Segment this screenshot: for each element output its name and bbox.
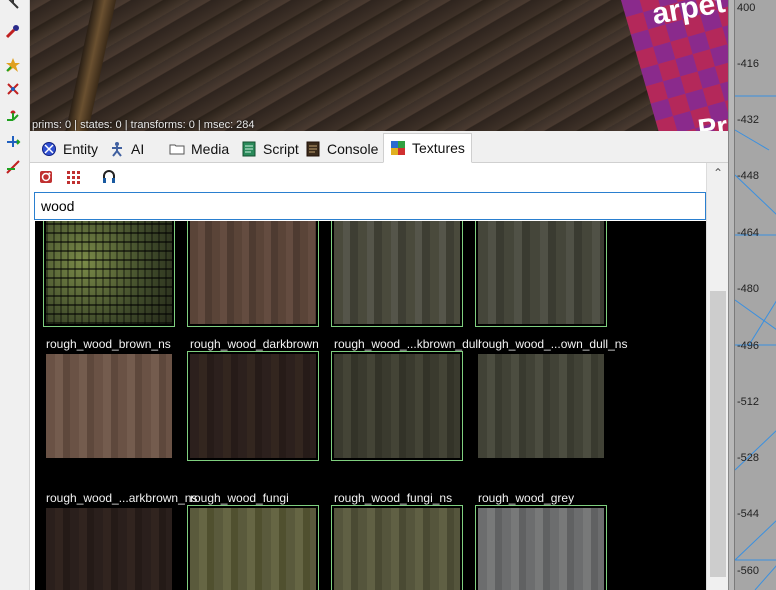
- texture-thumbnail[interactable]: [331, 505, 463, 590]
- scrollbar-thumb[interactable]: [710, 291, 726, 577]
- texture-thumbnail[interactable]: [187, 351, 319, 461]
- tab-console[interactable]: Console: [298, 135, 385, 163]
- texture-thumbnail[interactable]: [331, 221, 463, 327]
- ruler-label: -416: [737, 58, 760, 70]
- ruler-label: -528: [737, 452, 760, 464]
- ruler-label: -560: [737, 565, 760, 577]
- tab-label: AI: [131, 141, 145, 157]
- texture-thumbnail[interactable]: [475, 351, 607, 461]
- texture-grid[interactable]: rough_wood_brown_ns rough_wood_darkbrown…: [35, 221, 706, 590]
- texture-label: rough_wood_fungi_ns: [334, 491, 453, 505]
- texture-image: [190, 354, 316, 458]
- scale-tool-icon[interactable]: [4, 158, 22, 176]
- texture-thumbnail[interactable]: [187, 505, 319, 590]
- texture-thumbnail[interactable]: [43, 221, 175, 327]
- texture-thumbnail[interactable]: [43, 351, 175, 461]
- texture-label: rough_wood_...kbrown_dull: [334, 337, 481, 351]
- texture-thumbnail[interactable]: [187, 221, 319, 327]
- carpet-text-bottom: Pr: [695, 110, 728, 131]
- vertical-ruler: [729, 0, 735, 590]
- tab-label: Entity: [63, 141, 99, 157]
- texture-label: rough_wood_brown_ns: [46, 337, 171, 351]
- texture-image: [334, 508, 460, 590]
- texture-image: [334, 221, 460, 324]
- texture-label: rough_wood_darkbrown: [190, 337, 319, 351]
- texture-image: [190, 221, 316, 324]
- tab-label: Script: [263, 141, 299, 157]
- folder-icon: [169, 144, 185, 155]
- tab-ai[interactable]: AI: [102, 135, 151, 163]
- textures-toolbar: [30, 163, 706, 191]
- ruler-label: -544: [737, 508, 760, 520]
- texture-image: [478, 508, 604, 590]
- textures-icon: [391, 141, 405, 155]
- ruler-label: 400: [737, 2, 756, 14]
- texture-label: rough_wood_fungi: [190, 491, 289, 505]
- 3d-viewport[interactable]: arpet Pr prims: 0 | states: 0 | transfor…: [30, 0, 728, 131]
- tab-label: Textures: [412, 140, 465, 156]
- texture-label: rough_wood_grey: [478, 491, 575, 505]
- headphones-icon[interactable]: [100, 168, 118, 186]
- tab-label: Media: [191, 141, 230, 157]
- translate-tool-icon[interactable]: [4, 106, 22, 124]
- texture-label: rough_wood_...own_dull_ns: [478, 337, 628, 351]
- skeleton-tool-icon[interactable]: [4, 80, 22, 98]
- texture-thumbnail[interactable]: [43, 505, 175, 590]
- script-icon: [242, 141, 256, 157]
- texture-search-input[interactable]: [34, 192, 706, 220]
- ruler-label: -448: [737, 170, 760, 182]
- ruler-label: -480: [737, 283, 760, 295]
- paint-tool-icon[interactable]: [4, 22, 22, 40]
- ruler-label: -432: [737, 114, 760, 126]
- texture-image: [190, 508, 316, 590]
- texture-image: [46, 508, 172, 590]
- ruler-label: -464: [737, 227, 760, 239]
- spawn-tool-icon[interactable]: [4, 56, 22, 74]
- move-tool-icon[interactable]: [4, 0, 22, 12]
- door-frame: [64, 0, 118, 131]
- texture-image: [46, 221, 172, 324]
- right-grid-panel[interactable]: 400 -416 -432 -448 -464 -480 -496 -512 -…: [728, 0, 776, 590]
- render-stats: prims: 0 | states: 0 | transforms: 0 | m…: [32, 119, 255, 131]
- texture-image: [46, 354, 172, 458]
- vertical-scrollbar[interactable]: ⌃: [706, 163, 728, 590]
- entity-icon: [42, 142, 56, 156]
- tab-entity[interactable]: Entity: [34, 135, 105, 163]
- grid-lines: [734, 95, 776, 590]
- scroll-up-arrow-icon[interactable]: ⌃: [707, 163, 729, 183]
- textures-panel: rough_wood_brown_ns rough_wood_darkbrown…: [30, 163, 728, 590]
- texture-image: [478, 354, 604, 458]
- texture-thumbnail[interactable]: [475, 221, 607, 327]
- texture-label: rough_wood_...arkbrown_ns: [46, 491, 198, 505]
- panel-tab-bar: Entity AI Media Script Console Textures: [30, 131, 728, 163]
- ruler-label: -512: [737, 396, 760, 408]
- console-icon: [306, 141, 320, 157]
- texture-image: [334, 354, 460, 458]
- ruler-label: -496: [737, 340, 760, 352]
- texture-thumbnail[interactable]: [331, 351, 463, 461]
- tab-textures[interactable]: Textures: [383, 133, 472, 163]
- editor-window: arpet Pr prims: 0 | states: 0 | transfor…: [0, 0, 776, 590]
- texture-image: [478, 221, 604, 324]
- left-toolbar: [0, 0, 30, 590]
- tab-label: Console: [327, 141, 379, 157]
- rotate-tool-icon[interactable]: [4, 132, 22, 150]
- tab-media[interactable]: Media: [162, 135, 236, 163]
- texture-thumbnail[interactable]: [475, 505, 607, 590]
- tab-script[interactable]: Script: [234, 135, 306, 163]
- ai-icon: [112, 142, 122, 157]
- refresh-textures-icon[interactable]: [37, 168, 55, 186]
- grid-view-icon[interactable]: [64, 168, 82, 186]
